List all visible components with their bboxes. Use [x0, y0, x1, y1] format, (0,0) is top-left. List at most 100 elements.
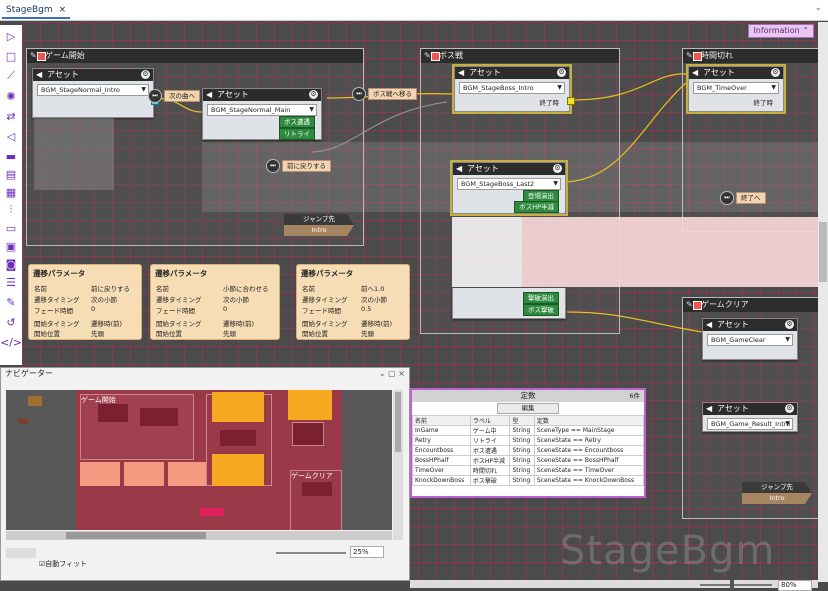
node-intro[interactable]: ◀ アセット ⚙ BGM_StageNormal_Intro ▼	[32, 68, 159, 118]
camera-icon[interactable]: ◙	[3, 257, 19, 271]
autofit-checkbox[interactable]: ☑自動フィット	[39, 559, 87, 569]
chapter-marker[interactable]: ジャンプ先 Intro	[284, 214, 354, 238]
node-boss-last-bottom[interactable]: 撃破演出 ボス撃破	[452, 288, 566, 319]
transition-param-card[interactable]: 遷移パラメータ 名前 前へ1.0 遷移タイミング 次の小節 フェード時間 0.5 開始…	[296, 264, 410, 340]
panel-buttons[interactable]: ⌄ ▢ ×	[379, 369, 405, 378]
settings-icon[interactable]: ⚙	[309, 90, 318, 99]
settings-icon[interactable]: ⚙	[785, 404, 794, 413]
nav-button[interactable]	[6, 548, 36, 558]
close-icon[interactable]: ×	[59, 5, 67, 15]
node-title: アセット	[47, 70, 79, 79]
asset-select[interactable]: BGM_GameClear ▼	[707, 334, 793, 346]
play-icon[interactable]: ▷	[3, 29, 19, 43]
undo-icon[interactable]: ↺	[3, 315, 19, 329]
table-row[interactable]: InGame ゲーム中 String SceneType == MainStage	[412, 425, 645, 436]
bar-icon[interactable]: ▬	[3, 149, 19, 163]
end-label: 終了時	[753, 99, 774, 107]
node-header[interactable]: ◀ アセット ⚙	[453, 163, 565, 175]
asset-select[interactable]: BGM_StageNormal_Main ▼	[207, 104, 317, 116]
asset-select[interactable]: BGM_StageBoss_Last2 ▼	[457, 178, 561, 190]
boss-hp-button[interactable]: ボスHP半減	[514, 201, 559, 213]
navigator-vscroll[interactable]	[393, 390, 403, 540]
node-title: アセット	[217, 90, 249, 99]
zoom-control[interactable]: 80%	[696, 580, 814, 591]
node-header[interactable]: ◀ アセット ⚙	[689, 67, 783, 79]
param-label: 名前	[302, 285, 315, 293]
edit-button[interactable]: 編集	[497, 403, 559, 414]
square-icon[interactable]: □	[3, 49, 19, 63]
gradient-icon[interactable]: ▦	[3, 185, 19, 199]
column-header: ラベル	[469, 415, 511, 426]
pencil-icon[interactable]: ✎	[3, 295, 19, 309]
node-header[interactable]: ◀ アセット ⚙	[703, 403, 797, 415]
table-row[interactable]: Encountboss ボス遭遇 String SceneState == Encou…	[412, 445, 645, 456]
settings-icon[interactable]: ⚙	[141, 70, 150, 79]
navigator-panel[interactable]: ナビゲーター ⌄ ▢ × ゲーム開始 ゲームクリア 25% ☑自動フィット	[0, 367, 410, 581]
rect-icon[interactable]: ▭	[3, 221, 19, 235]
settings-icon[interactable]: ⚙	[557, 68, 566, 77]
settings-icon[interactable]: ⚙	[771, 68, 780, 77]
zoom-value[interactable]: 80%	[778, 580, 812, 591]
node-header[interactable]: ◀ アセット ⚙	[703, 319, 797, 331]
asset-select[interactable]: BGM_StageNormal_Intro ▼	[37, 84, 149, 96]
navigator-hscroll[interactable]	[6, 531, 392, 540]
node-header[interactable]: ◀ アセット ⚙	[455, 67, 569, 79]
zoom-slider[interactable]	[700, 584, 772, 586]
constants-title: 定数	[520, 391, 536, 400]
constants-panel[interactable]: 定数 6件 編集 名前 ラベル 型 定数 InGame ゲーム中 String Scen…	[410, 388, 646, 498]
defeat-button[interactable]: 撃破演出	[523, 292, 559, 304]
settings-icon[interactable]: ⚙	[785, 320, 794, 329]
chevron-down-icon: ▼	[309, 106, 314, 113]
output-port[interactable]	[567, 97, 575, 105]
column-header: 型	[509, 415, 535, 426]
node-clear-result[interactable]: ◀ アセット ⚙ BGM_Game_Result_Intro ▼	[702, 402, 798, 432]
table-row[interactable]: BossHPhalf ボスHP半減 String SceneState == Boss…	[412, 455, 645, 466]
node-boss-last[interactable]: ◀ アセット ⚙ BGM_StageBoss_Last2 ▼ 登場演出 ボスHP半減	[450, 160, 568, 216]
table-row[interactable]: KnockDownBoss ボス撃破 String SceneState == Kno…	[412, 475, 645, 486]
speaker-icon: ◀	[36, 70, 43, 79]
tab-stagebgm[interactable]: StageBgm ×	[2, 3, 71, 19]
transition-param-card[interactable]: 遷移パラメータ 名前 小節に合わせる 遷移タイミング 次の小節 フェード時間 0 開始…	[150, 264, 280, 340]
node-header[interactable]: ◀ アセット ⚙	[33, 69, 153, 81]
boss-kill-button[interactable]: ボス撃破	[523, 304, 559, 316]
nav-param	[80, 462, 120, 486]
zoom-thumb[interactable]	[730, 580, 734, 589]
zoom-value[interactable]: 25%	[350, 546, 384, 558]
node-timeover[interactable]: ◀ アセット ⚙ BGM_TimeOver ▼ 終了時	[686, 64, 786, 114]
transition-param-card[interactable]: 遷移パラメータ 名前 前に戻りする 遷移タイミング 次の小節 フェード時間 0 開始タ…	[28, 264, 142, 340]
blend-icon[interactable]: ✺	[3, 89, 19, 103]
fader-icon[interactable]: ⫶	[3, 203, 19, 217]
asset-select[interactable]: BGM_TimeOver ▼	[693, 82, 779, 94]
zoom-slider[interactable]	[276, 552, 346, 554]
jump-to-end[interactable]: ⏭ 終了へ	[720, 191, 766, 205]
node-boss-intro[interactable]: ◀ アセット ⚙ BGM_StageBoss_Intro ▼ 終了時	[452, 64, 575, 114]
asset-select[interactable]: BGM_StageBoss_Intro ▼	[459, 82, 565, 94]
chevron-down-icon: ▼	[141, 86, 146, 93]
volume-icon[interactable]: ◁	[3, 129, 19, 143]
cell: SceneState == KnockDownBoss	[533, 475, 645, 486]
node-header[interactable]: ◀ アセット ⚙	[203, 89, 321, 101]
node-clear[interactable]: ◀ アセット ⚙ BGM_GameClear ▼	[702, 318, 798, 360]
random-icon[interactable]: ⇄	[3, 109, 19, 123]
canvas-vscroll[interactable]	[818, 22, 828, 582]
boss-encount-button[interactable]: ボス遭遇	[279, 116, 315, 128]
chevron-down-icon: ▼	[553, 180, 558, 187]
stack-icon[interactable]: ▤	[3, 167, 19, 181]
navigator-map[interactable]: ゲーム開始 ゲームクリア	[6, 390, 392, 530]
table-row[interactable]: Retry リトライ String SceneState == Retry	[412, 435, 645, 446]
asset-select[interactable]: BGM_Game_Result_Intro ▼	[707, 418, 793, 430]
node-main[interactable]: ◀ アセット ⚙ BGM_StageNormal_Main ▼ ボス遭遇 リトライ	[202, 88, 322, 140]
pin-icon[interactable]: ⌄	[814, 3, 822, 13]
settings-icon[interactable]: ⚙	[553, 164, 562, 173]
list-icon[interactable]: ☰	[3, 275, 19, 289]
retry-button[interactable]: リトライ	[279, 128, 315, 140]
code-icon[interactable]: </>	[0, 335, 22, 349]
table-row[interactable]: TimeOver 時間切れ String SceneState == TimeOver	[412, 465, 645, 476]
line-icon[interactable]: ⟋	[3, 69, 19, 83]
jump-to-boss[interactable]: ⏭ ボス戦へ移る	[352, 87, 417, 101]
jump-to-main[interactable]: ⏭ 次の曲へ	[148, 89, 200, 103]
image-icon[interactable]: ▣	[3, 239, 19, 253]
jump-back-intro[interactable]: ⏭ 前に戻りする	[266, 159, 331, 173]
cell: Encountboss	[412, 445, 471, 456]
chapter-marker[interactable]: ジャンプ先 Intro	[742, 482, 812, 506]
